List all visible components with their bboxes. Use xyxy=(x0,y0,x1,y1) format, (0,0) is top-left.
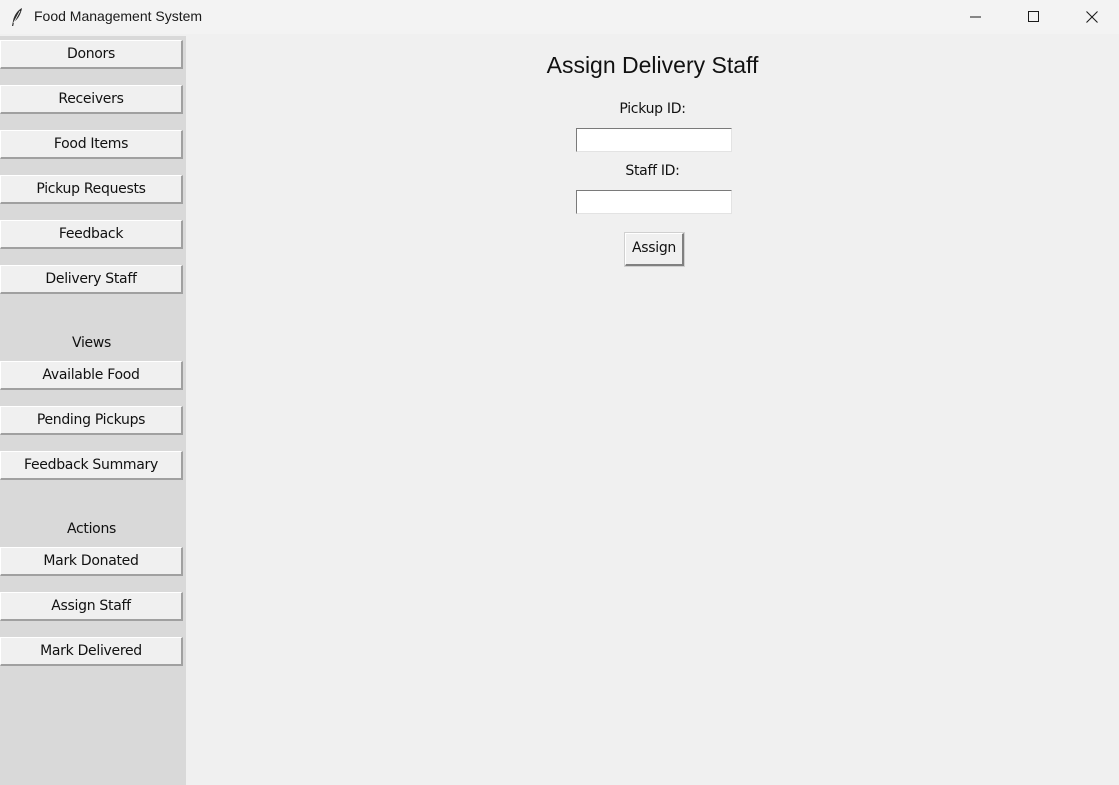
sidebar: Donors Receivers Food Items Pickup Reque… xyxy=(0,36,186,785)
maximize-icon xyxy=(1028,11,1039,22)
sidebar-button-receivers[interactable]: Receivers xyxy=(0,85,183,114)
sidebar-button-feedback[interactable]: Feedback xyxy=(0,220,183,249)
sidebar-button-pending-pickups[interactable]: Pending Pickups xyxy=(0,406,183,435)
feather-icon xyxy=(9,7,25,27)
staff-id-input[interactable] xyxy=(576,190,732,214)
sidebar-button-mark-delivered[interactable]: Mark Delivered xyxy=(0,637,183,666)
views-heading: Views xyxy=(71,335,112,351)
pickup-id-label: Pickup ID: xyxy=(619,101,686,117)
page-title: Assign Delivery Staff xyxy=(546,52,759,78)
main-panel: Assign Delivery Staff Pickup ID: Staff I… xyxy=(186,36,1119,785)
maximize-button[interactable] xyxy=(1005,0,1063,34)
sidebar-button-pickup-requests[interactable]: Pickup Requests xyxy=(0,175,183,204)
close-button[interactable] xyxy=(1063,0,1119,34)
sidebar-button-donors[interactable]: Donors xyxy=(0,40,183,69)
staff-id-label: Staff ID: xyxy=(625,163,680,179)
actions-heading: Actions xyxy=(66,521,117,537)
sidebar-button-delivery-staff[interactable]: Delivery Staff xyxy=(0,265,183,294)
sidebar-button-available-food[interactable]: Available Food xyxy=(0,361,183,390)
sidebar-button-assign-staff[interactable]: Assign Staff xyxy=(0,592,183,621)
app-window: Food Management System Donors Receivers … xyxy=(0,0,1119,785)
assign-button[interactable]: Assign xyxy=(624,232,685,267)
minimize-icon xyxy=(970,16,981,18)
title-bar: Food Management System xyxy=(0,0,1119,34)
minimize-button[interactable] xyxy=(947,0,1005,34)
sidebar-button-mark-donated[interactable]: Mark Donated xyxy=(0,547,183,576)
pickup-id-input[interactable] xyxy=(576,128,732,152)
sidebar-button-food-items[interactable]: Food Items xyxy=(0,130,183,159)
sidebar-button-feedback-summary[interactable]: Feedback Summary xyxy=(0,451,183,480)
window-title: Food Management System xyxy=(34,8,203,24)
close-icon xyxy=(1086,11,1098,23)
